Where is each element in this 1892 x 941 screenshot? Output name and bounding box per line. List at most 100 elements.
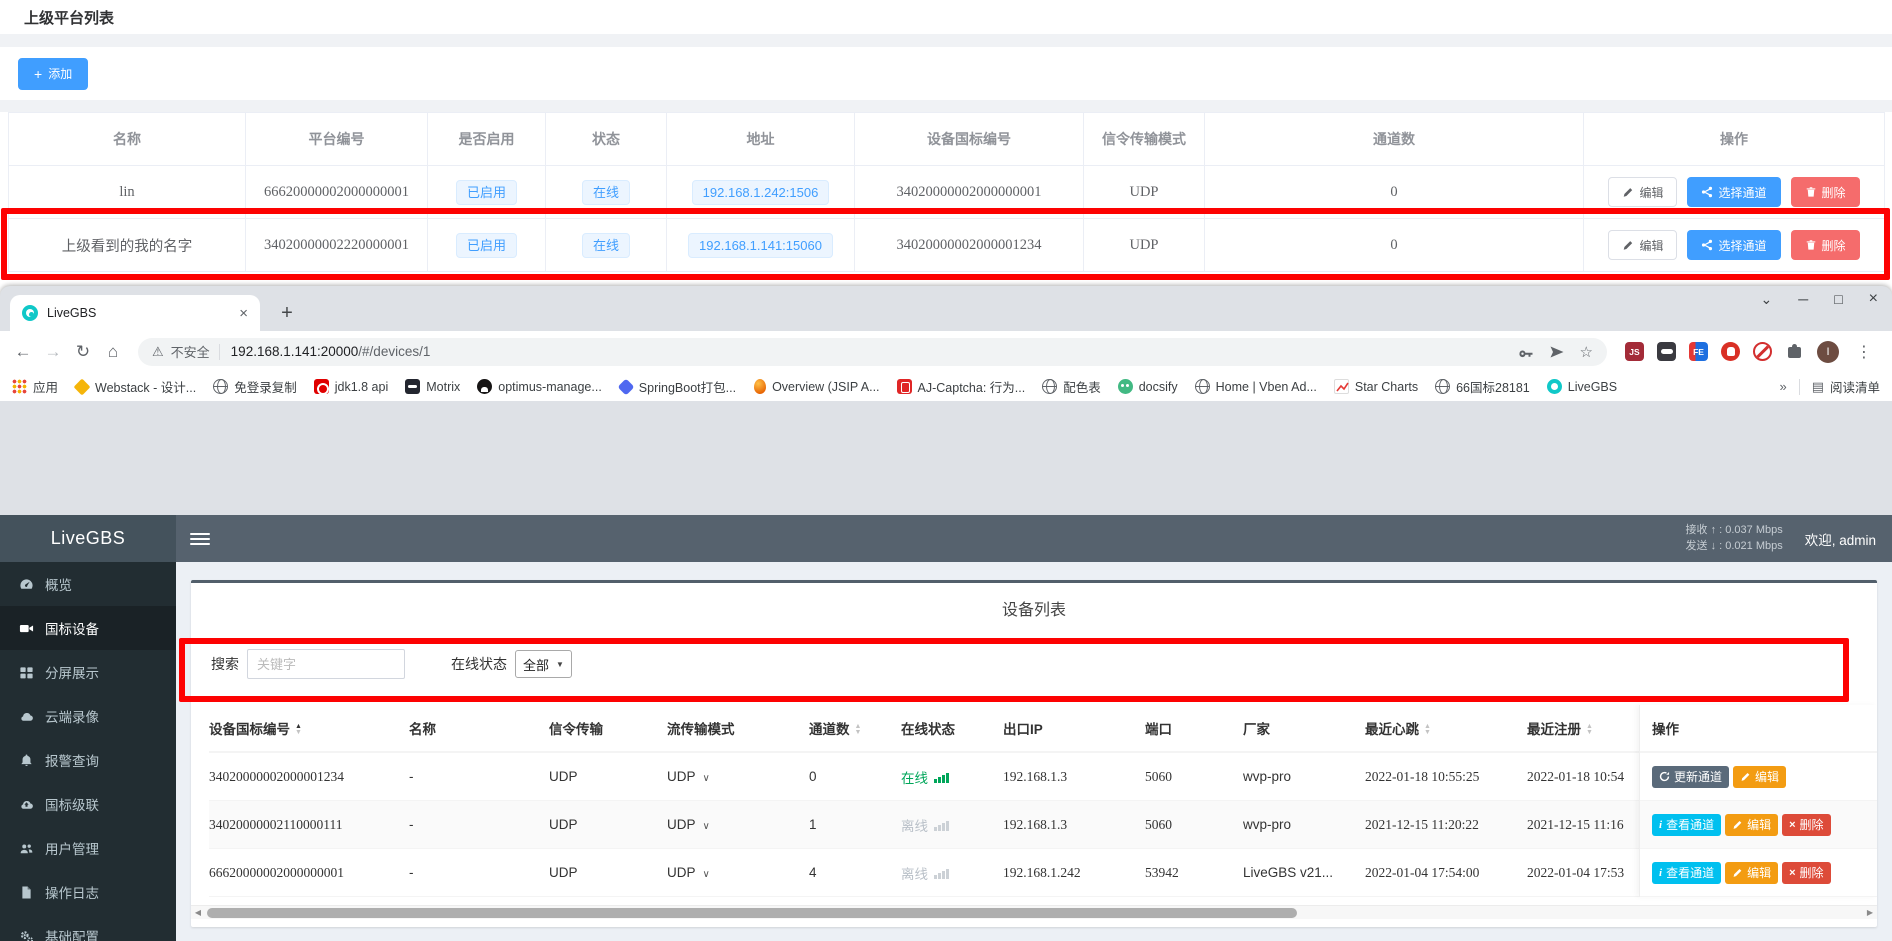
plus-icon: + (34, 67, 42, 81)
delete-button[interactable]: ×删除 (1782, 814, 1830, 836)
delete-button[interactable]: 删除 (1791, 230, 1860, 260)
online-status[interactable]: 在线 (901, 767, 1003, 787)
welcome-user[interactable]: 欢迎, admin (1805, 529, 1876, 549)
sidebar-item-alarm-query[interactable]: 报警查询 (0, 738, 176, 782)
col-transport: 信令传输模式 (1084, 113, 1205, 166)
app-logo[interactable]: LiveGBS (0, 515, 176, 562)
app-header: LiveGBS 接收 ↑ : 0.037 Mbps 发送 ↓ : 0.021 M… (0, 515, 1892, 562)
stream-mode-select[interactable]: UDP∨ (667, 865, 809, 880)
sidebar-toggle-icon[interactable] (190, 530, 210, 548)
update-channels-button[interactable]: 更新通道 (1652, 766, 1729, 788)
divider (1799, 379, 1800, 395)
bookmark-item[interactable]: jdk1.8 api (314, 379, 389, 394)
edit-button[interactable]: 编辑 (1733, 766, 1786, 788)
refresh-icon (1659, 771, 1670, 782)
sidebar-item-operation-log[interactable]: 操作日志 (0, 870, 176, 914)
extensions-puzzle-icon[interactable] (1785, 342, 1804, 361)
bookmark-item[interactable]: Star Charts (1334, 379, 1418, 394)
close-icon[interactable]: × (1869, 290, 1878, 308)
edit-button[interactable]: 编辑 (1608, 230, 1677, 260)
key-icon[interactable] (1518, 344, 1534, 360)
bookmark-item[interactable]: Webstack - 设计... (75, 377, 196, 396)
bookmark-item[interactable]: AJ-Captcha: 行为... (897, 377, 1026, 396)
edit-button[interactable]: 编辑 (1608, 177, 1677, 207)
info-icon: i (1659, 819, 1662, 831)
minimize-icon[interactable]: ─ (1798, 291, 1808, 307)
col-channels[interactable]: 通道数▲▼ (809, 718, 901, 738)
cloud-upload-icon (19, 797, 34, 812)
sidebar-item-basic-config[interactable]: 基础配置 (0, 914, 176, 941)
js-extension-icon[interactable]: JS (1625, 342, 1644, 361)
edit-button[interactable]: 编辑 (1725, 814, 1778, 836)
col-gb-id[interactable]: 设备国标编号▲▼ (209, 718, 409, 738)
address-bar[interactable]: ⚠ 不安全 192.168.1.141:20000 /#/devices/1 ☆ (138, 338, 1607, 366)
sidebar-item-gb-cascade[interactable]: 国标级联 (0, 782, 176, 826)
fe-extension-icon[interactable]: FE (1689, 342, 1708, 361)
bookmark-item[interactable]: 免登录复制 (213, 377, 297, 396)
scrollbar-thumb[interactable] (207, 908, 1297, 918)
send-icon[interactable] (1549, 344, 1565, 360)
col-address: 地址 (667, 113, 855, 166)
table-row-highlighted: 上级看到的我的名字 34020000002220000001 已启用 在线 19… (9, 219, 1885, 272)
home-icon[interactable]: ⌂ (98, 342, 128, 362)
tab-close-icon[interactable]: × (239, 306, 248, 321)
stream-mode-select[interactable]: UDP∨ (667, 769, 809, 784)
reading-list-button[interactable]: ▤阅读清单 (1812, 377, 1880, 396)
sidebar-item-gb-devices[interactable]: 国标设备 (0, 606, 176, 650)
select-channel-button[interactable]: 选择通道 (1687, 177, 1780, 207)
profile-avatar[interactable]: I (1817, 341, 1839, 363)
bookmark-star-icon[interactable]: ☆ (1580, 343, 1593, 361)
bookmark-item[interactable]: SpringBoot打包... (619, 377, 736, 396)
col-ip: 出口IP (1003, 718, 1145, 738)
bookmark-item[interactable]: optimus-manage... (477, 379, 602, 394)
online-status-select[interactable]: 全部▼ (515, 650, 572, 678)
view-channels-button[interactable]: i查看通道 (1652, 862, 1721, 884)
adblock-extension-icon[interactable] (1753, 342, 1772, 361)
x-icon: × (1789, 819, 1795, 831)
bookmark-item[interactable]: 66国标28181 (1435, 377, 1530, 396)
sidebar-item-split-screen[interactable]: 分屏展示 (0, 650, 176, 694)
scroll-left-arrow[interactable]: ◀ (191, 908, 205, 917)
browser-menu-icon[interactable]: ⋮ (1852, 342, 1876, 362)
bookmark-apps[interactable]: 应用 (12, 377, 58, 396)
add-platform-button[interactable]: +添加 (18, 58, 88, 90)
device-row: 66620000002000000001 - UDP UDP∨ 4 离线 192… (209, 849, 1859, 897)
forward-icon[interactable]: → (38, 342, 68, 362)
sidebar-item-overview[interactable]: 概览 (0, 562, 176, 606)
bookmark-item[interactable]: Home | Vben Ad... (1195, 379, 1317, 394)
warning-icon: ⚠ (152, 344, 164, 360)
col-device-gb-id: 设备国标编号 (855, 113, 1084, 166)
select-channel-button[interactable]: 选择通道 (1687, 230, 1780, 260)
status-badge: 在线 (582, 233, 630, 258)
edit-button[interactable]: 编辑 (1725, 862, 1778, 884)
col-platform-id: 平台编号 (246, 113, 428, 166)
back-icon[interactable]: ← (8, 342, 38, 362)
col-heartbeat[interactable]: 最近心跳▲▼ (1365, 718, 1527, 738)
hand-blocker-extension-icon[interactable] (1721, 342, 1740, 361)
incognito-extension-icon[interactable] (1657, 342, 1676, 361)
reload-icon[interactable]: ↻ (68, 342, 98, 362)
new-tab-button[interactable]: + (274, 300, 300, 326)
bookmark-item[interactable]: 配色表 (1042, 377, 1101, 396)
delete-button[interactable]: 删除 (1791, 177, 1860, 207)
bookmark-item[interactable]: Motrix (405, 379, 460, 394)
delete-button[interactable]: ×删除 (1782, 862, 1830, 884)
sidebar-item-cloud-record[interactable]: 云端录像 (0, 694, 176, 738)
bookmark-item[interactable]: docsify (1118, 379, 1178, 394)
bookmark-item[interactable]: Overview (JSIP A... (753, 379, 879, 394)
search-input[interactable] (247, 649, 405, 679)
view-channels-button[interactable]: i查看通道 (1652, 814, 1721, 836)
col-name: 名称 (9, 113, 246, 166)
maximize-icon[interactable]: □ (1834, 291, 1842, 307)
sidebar-item-user-management[interactable]: 用户管理 (0, 826, 176, 870)
bookmarks-overflow-chevron[interactable]: » (1779, 379, 1786, 394)
col-signal: 信令传输 (549, 718, 667, 738)
scroll-right-arrow[interactable]: ▶ (1863, 908, 1877, 917)
scrollbar-track[interactable] (205, 906, 1863, 920)
browser-tab[interactable]: LiveGBS × (10, 295, 260, 331)
stream-mode-select[interactable]: UDP∨ (667, 817, 809, 832)
chevron-down-icon[interactable]: ⌄ (1761, 291, 1773, 308)
bookmark-item[interactable]: LiveGBS (1547, 379, 1617, 394)
horizontal-scrollbar: ◀ ▶ (191, 905, 1877, 919)
tab-title: LiveGBS (47, 306, 230, 320)
